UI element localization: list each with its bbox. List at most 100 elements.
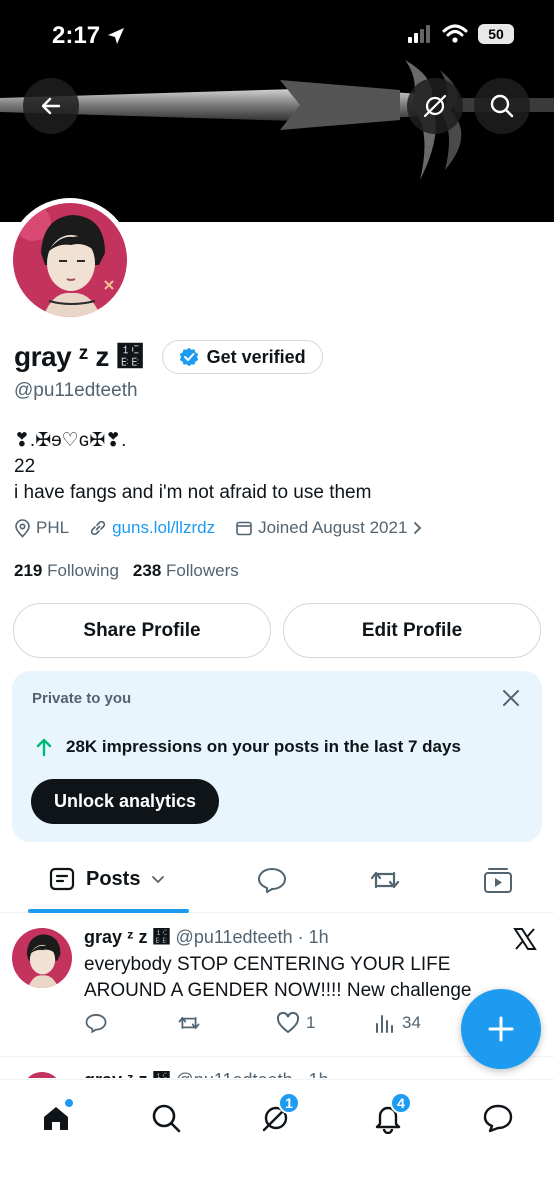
post-text: everybody STOP CENTERING YOUR LIFE AROUN…: [84, 954, 472, 1001]
views-button[interactable]: 34: [374, 1012, 421, 1034]
avatar-illustration: [12, 928, 72, 988]
battery-level: 50: [488, 26, 504, 42]
followers-label: Followers: [166, 561, 239, 580]
post-avatar[interactable]: [22, 1072, 62, 1078]
nav-messages[interactable]: [476, 1096, 520, 1140]
location-pin-icon: [15, 518, 30, 538]
search-icon: [490, 94, 514, 118]
bio-line: 22: [14, 456, 36, 477]
impressions-text: 28K impressions on your posts in the las…: [66, 737, 461, 756]
share-profile-button[interactable]: Share Profile: [13, 603, 271, 658]
nav-grok[interactable]: 1: [254, 1092, 300, 1140]
following-link[interactable]: 219 Following: [14, 561, 119, 581]
search-icon: [152, 1104, 181, 1133]
heart-icon: [276, 1012, 300, 1034]
tab-posts-label: Posts: [86, 867, 141, 890]
location: PHL: [14, 518, 69, 538]
display-name: gray ᶻ z ᲻: [14, 341, 144, 372]
bio-line: i have fangs and i'm not afraid to use t…: [14, 482, 372, 503]
repost-button[interactable]: [176, 1012, 276, 1034]
repost-icon: [370, 871, 400, 889]
joined-date[interactable]: Joined August 2021: [235, 518, 424, 538]
joined-text: Joined August 2021: [258, 518, 408, 537]
get-verified-label: Get verified: [206, 346, 306, 367]
time-text: 2:17: [52, 22, 101, 49]
search-button[interactable]: [474, 78, 530, 134]
status-bar: 2:17 50: [0, 0, 554, 72]
cellular-signal-icon: [408, 25, 430, 43]
post-header: gray ᶻ z ᲻ @pu11edteeth · 1h: [84, 1070, 329, 1078]
website-link[interactable]: guns.lol/llzrdz: [89, 518, 215, 538]
close-icon: [503, 690, 519, 706]
post-author-name[interactable]: gray ᶻ z ᲻: [84, 927, 171, 947]
chevron-right-icon: [414, 522, 422, 534]
profile-actions: Share Profile Edit Profile: [13, 603, 541, 658]
back-arrow-icon: [41, 97, 61, 115]
bottom-navigation: 1 4: [0, 1079, 554, 1199]
arrow-up-icon: [36, 738, 52, 757]
link-icon: [90, 520, 106, 536]
followers-count: 238: [132, 561, 162, 580]
dismiss-card-button[interactable]: [500, 687, 522, 714]
post-card[interactable]: gray ᶻ z ᲻ @pu11edteeth · 1h: [0, 1058, 554, 1078]
unlock-analytics-button[interactable]: Unlock analytics: [31, 779, 220, 824]
edit-profile-button[interactable]: Edit Profile: [283, 603, 541, 658]
back-button[interactable]: [23, 78, 79, 134]
plus-icon: [488, 1016, 514, 1042]
media-icon: [484, 868, 512, 893]
grok-icon: [423, 94, 447, 118]
calendar-icon: [236, 521, 252, 536]
battery-icon: 50: [478, 24, 514, 44]
post-actions: 1 34: [84, 1012, 444, 1034]
bio-line: ❣.✠ɘ♡ɢ✠❣.: [14, 430, 127, 451]
grok-button[interactable]: [407, 78, 463, 134]
analytics-card: Private to you 28K impressions on your p…: [12, 671, 542, 842]
nav-notifications[interactable]: 4: [366, 1092, 412, 1140]
website-text[interactable]: guns.lol/llzrdz: [112, 518, 215, 538]
profile-handle: @pu11edteeth: [14, 380, 138, 401]
post-avatar[interactable]: [12, 928, 72, 988]
post-author-name[interactable]: gray ᶻ z ᲻: [84, 1070, 171, 1078]
reply-button[interactable]: [84, 1012, 176, 1034]
impressions-summary: 28K impressions on your posts in the las…: [34, 737, 461, 757]
profile-tabs: Posts: [0, 855, 554, 913]
tab-replies[interactable]: [256, 865, 288, 895]
status-icons: 50: [408, 24, 514, 44]
following-count: 219: [14, 561, 43, 580]
posts-icon: [49, 867, 75, 891]
private-label: Private to you: [32, 690, 132, 707]
followers-link[interactable]: 238 Followers: [133, 561, 239, 581]
replies-icon: [258, 868, 286, 893]
views-chart-icon: [376, 1015, 393, 1033]
follow-counts: 219 Following 238 Followers: [14, 561, 239, 581]
profile-avatar[interactable]: [8, 198, 132, 322]
x-logo-icon: [512, 926, 538, 960]
message-bubble-icon: [483, 1104, 513, 1133]
wifi-icon: [442, 24, 468, 43]
nav-search[interactable]: [144, 1096, 188, 1140]
status-time: 2:17: [52, 22, 126, 50]
profile-bio: ❣.✠ɘ♡ɢ✠❣. 22 i have fangs and i'm not af…: [14, 428, 371, 506]
nav-home[interactable]: [34, 1096, 78, 1140]
post-handle-time: @pu11edteeth · 1h: [175, 927, 329, 947]
repost-icon: [178, 1016, 200, 1030]
tab-reposts[interactable]: [368, 865, 402, 895]
compose-post-button[interactable]: [461, 989, 541, 1069]
verified-badge-icon: [179, 347, 198, 367]
tab-media[interactable]: [482, 865, 514, 895]
get-verified-button[interactable]: Get verified: [161, 340, 323, 374]
name-row: gray ᶻ z ᲻ Get verified: [14, 340, 323, 374]
location-arrow-icon: [108, 28, 125, 44]
home-notification-dot: [64, 1098, 74, 1108]
tab-posts[interactable]: Posts: [48, 865, 166, 893]
location-text: PHL: [36, 518, 70, 537]
view-count: 34: [402, 1013, 421, 1032]
like-count: 1: [306, 1013, 316, 1032]
active-tab-indicator: [28, 909, 189, 913]
reply-icon: [85, 1014, 107, 1034]
like-button[interactable]: 1: [276, 1012, 374, 1034]
post-header: gray ᶻ z ᲻ @pu11edteeth · 1h: [84, 927, 329, 948]
grok-badge: 1: [278, 1092, 300, 1114]
chevron-down-icon: [152, 876, 165, 884]
profile-banner[interactable]: 2:17 50: [0, 0, 554, 222]
